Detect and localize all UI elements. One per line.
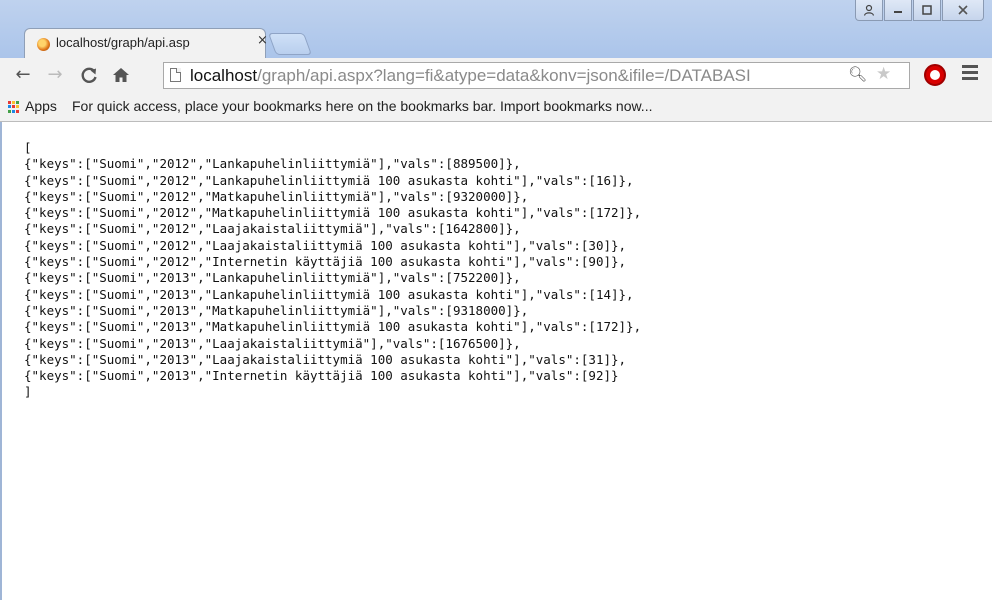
apps-grid-icon[interactable] [8, 101, 20, 113]
json-line: {"keys":["Suomi","2013","Lankapuhelinlii… [24, 270, 521, 286]
json-line: {"keys":["Suomi","2012","Matkapuhelinlii… [24, 205, 642, 221]
url-text[interactable]: localhost/graph/api.aspx?lang=fi&atype=d… [190, 66, 840, 86]
new-tab-button[interactable] [267, 33, 313, 55]
page-content: [ {"keys":["Suomi","2012","Lankapuhelinl… [0, 122, 992, 600]
json-line: {"keys":["Suomi","2012","Lankapuhelinlii… [24, 156, 521, 172]
zoom-icon[interactable]: 🔍︎ [848, 65, 867, 83]
json-line: {"keys":["Suomi","2013","Laajakaistaliit… [24, 335, 521, 351]
maximize-icon [922, 5, 932, 15]
home-button[interactable] [110, 64, 132, 86]
close-window-button[interactable] [942, 0, 984, 21]
address-bar[interactable]: localhost/graph/api.aspx?lang=fi&atype=d… [163, 62, 910, 89]
browser-window: localhost/graph/api.asp × ← → localhost/… [0, 0, 992, 600]
json-line: {"keys":["Suomi","2012","Laajakaistaliit… [24, 237, 627, 253]
minimize-button[interactable] [884, 0, 912, 21]
close-icon [958, 5, 968, 15]
back-button[interactable]: ← [12, 64, 34, 86]
reload-button[interactable] [78, 64, 100, 86]
json-line: {"keys":["Suomi","2012","Matkapuhelinlii… [24, 188, 529, 204]
forward-arrow-icon: → [47, 64, 63, 85]
reload-icon [81, 67, 97, 83]
json-response: [ {"keys":["Suomi","2012","Lankapuhelinl… [24, 140, 641, 401]
bookmarks-hint-text: For quick access, place your bookmarks h… [72, 98, 653, 114]
user-icon [863, 4, 875, 16]
json-line: [ [24, 140, 32, 155]
menu-icon[interactable] [962, 65, 978, 83]
json-line: {"keys":["Suomi","2012","Internetin käyt… [24, 254, 627, 270]
tab-title: localhost/graph/api.asp [56, 35, 190, 50]
json-line: {"keys":["Suomi","2013","Internetin käyt… [24, 368, 619, 384]
url-host: localhost [190, 66, 258, 85]
adblock-icon[interactable] [924, 64, 946, 86]
json-line: {"keys":["Suomi","2013","Matkapuhelinlii… [24, 319, 642, 335]
tab-strip: localhost/graph/api.asp × [0, 0, 992, 60]
browser-toolbar: ← → localhost/graph/api.aspx?lang=fi&aty… [0, 58, 992, 92]
json-line: ] [24, 384, 32, 400]
tab-close-button[interactable]: × [257, 34, 268, 47]
back-arrow-icon: ← [15, 64, 31, 85]
json-line: {"keys":["Suomi","2012","Lankapuhelinlii… [24, 172, 634, 188]
url-path: /graph/api.aspx?lang=fi&atype=data&konv=… [257, 66, 751, 85]
minimize-icon [894, 11, 902, 13]
json-line: {"keys":["Suomi","2013","Laajakaistaliit… [24, 351, 627, 367]
page-icon [170, 68, 181, 82]
window-controls [854, 0, 984, 21]
json-line: {"keys":["Suomi","2013","Lankapuhelinlii… [24, 286, 634, 302]
json-line: {"keys":["Suomi","2012","Laajakaistaliit… [24, 221, 521, 237]
apps-shortcut[interactable]: Apps [25, 98, 57, 114]
home-icon [113, 68, 129, 82]
bookmark-star-icon[interactable]: ★ [876, 64, 891, 84]
chromium-favicon-icon [37, 38, 50, 51]
json-line: {"keys":["Suomi","2013","Matkapuhelinlii… [24, 302, 529, 318]
forward-button[interactable]: → [44, 64, 66, 86]
browser-tab[interactable]: localhost/graph/api.asp × [24, 28, 268, 58]
user-profile-button[interactable] [855, 0, 883, 21]
bookmarks-bar: Apps For quick access, place your bookma… [0, 92, 992, 122]
maximize-button[interactable] [913, 0, 941, 21]
